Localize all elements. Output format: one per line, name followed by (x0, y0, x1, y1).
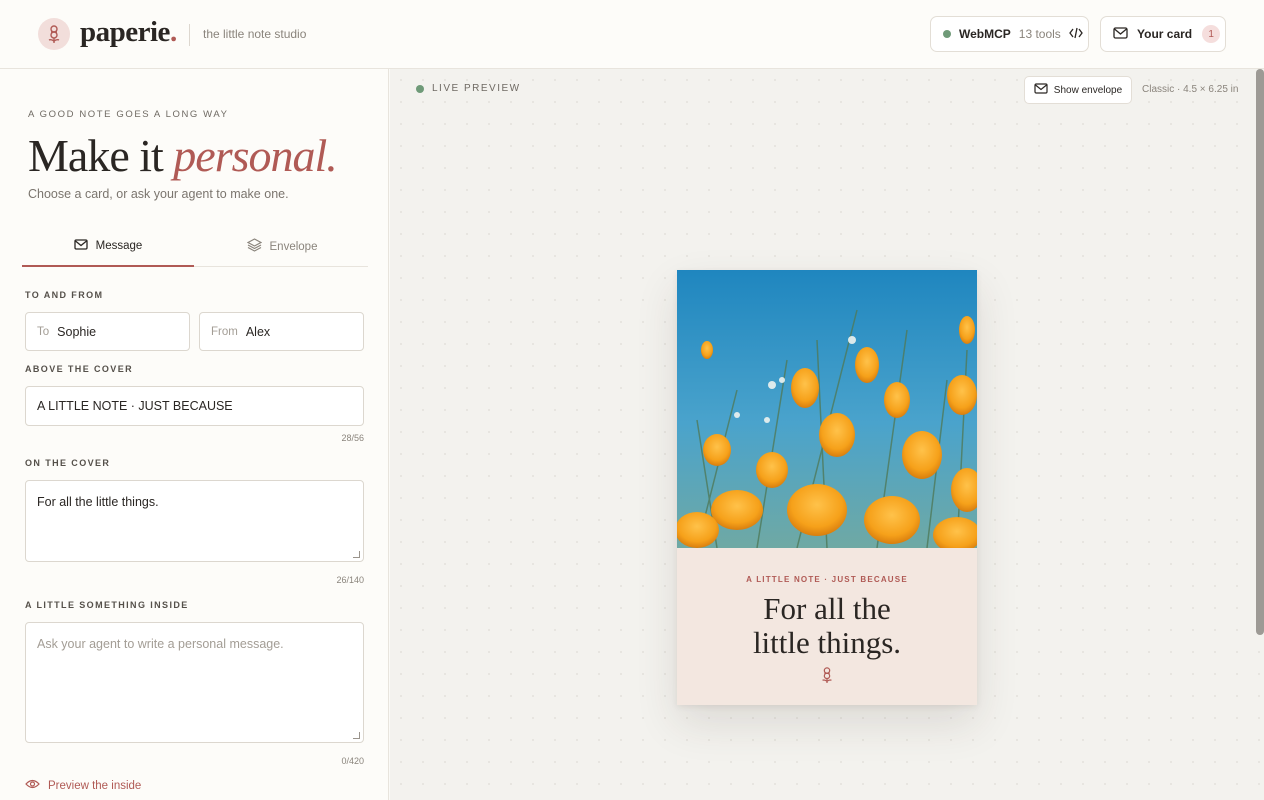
on-cover-counter: 26/140 (336, 575, 364, 585)
code-icon (1069, 27, 1083, 42)
tab-message-label: Message (95, 240, 143, 252)
page-subtitle: Choose a card, or ask your agent to make… (28, 187, 289, 201)
live-preview-indicator: LIVE PREVIEW (416, 83, 521, 94)
mail-icon (1034, 83, 1048, 97)
scrollbar-thumb[interactable] (1256, 69, 1264, 635)
on-cover-value: For all the little things. (37, 495, 159, 509)
layers-icon (246, 238, 262, 255)
your-card-button[interactable]: Your card 1 (1100, 16, 1226, 52)
status-dot (943, 30, 951, 38)
panel-eyebrow: A GOOD NOTE GOES A LONG WAY (28, 109, 229, 120)
to-prefix: To (37, 325, 50, 338)
show-envelope-button[interactable]: Show envelope (1024, 76, 1132, 104)
above-cover-input[interactable]: A LITTLE NOTE · JUST BECAUSE (25, 386, 364, 426)
above-cover-label: ABOVE THE COVER (25, 364, 134, 374)
brand-name[interactable]: paperie. (80, 16, 177, 49)
above-cover-counter: 28/56 (341, 433, 364, 443)
mail-icon (1113, 26, 1128, 42)
card-count-badge: 1 (1202, 25, 1221, 43)
to-value: Sophie (57, 324, 97, 339)
above-cover-value: A LITTLE NOTE · JUST BECAUSE (37, 399, 233, 413)
editor-panel: A GOOD NOTE GOES A LONG WAY Make it pers… (0, 69, 389, 800)
preview-canvas: LIVE PREVIEW Show envelope Classic · 4.5… (390, 69, 1264, 800)
to-field[interactable]: To Sophie (25, 312, 190, 351)
card-eyebrow: A LITTLE NOTE · JUST BECAUSE (746, 575, 908, 584)
resize-handle[interactable] (353, 732, 360, 739)
card-preview[interactable]: A LITTLE NOTE · JUST BECAUSE For all the… (677, 270, 977, 705)
tagline: the little note studio (203, 27, 307, 41)
cover-photo (677, 270, 977, 548)
webmcp-button[interactable]: WebMCP 13 tools (930, 16, 1089, 52)
live-dot (416, 84, 424, 93)
brand-divider (189, 24, 190, 46)
from-field[interactable]: From Alex (199, 312, 364, 351)
preview-inside-link[interactable]: Preview the inside (25, 779, 141, 792)
card-format-info: Classic · 4.5 × 6.25 in (1142, 84, 1239, 95)
webmcp-tools-count: 13 tools (1018, 27, 1061, 41)
card-title: For all the little things. (752, 591, 902, 660)
from-prefix: From (211, 325, 238, 338)
webmcp-label: WebMCP (959, 27, 1011, 41)
your-card-label: Your card (1137, 27, 1193, 41)
inside-label: A LITTLE SOMETHING INSIDE (25, 600, 189, 610)
to-from-label: TO AND FROM (25, 290, 104, 300)
page-title: Make it personal. (28, 130, 338, 181)
mail-icon (74, 239, 88, 253)
inside-placeholder: Ask your agent to write a personal messa… (37, 637, 284, 651)
tab-message[interactable]: Message (22, 227, 194, 267)
tab-envelope[interactable]: Envelope (196, 227, 368, 266)
on-cover-textarea[interactable]: For all the little things. (25, 480, 364, 562)
eye-icon (25, 779, 40, 792)
logo-flower-icon[interactable] (38, 18, 70, 50)
app-header: paperie. the little note studio WebMCP 1… (0, 0, 1264, 69)
live-preview-label: LIVE PREVIEW (432, 83, 521, 94)
editor-tabs: Message Envelope (22, 227, 368, 267)
flower-icon (819, 666, 835, 689)
inside-counter: 0/420 (341, 756, 364, 766)
resize-handle[interactable] (353, 551, 360, 558)
preview-inside-label: Preview the inside (48, 779, 142, 792)
show-envelope-label: Show envelope (1053, 84, 1123, 96)
inside-message-textarea[interactable]: Ask your agent to write a personal messa… (25, 622, 364, 743)
on-cover-label: ON THE COVER (25, 458, 111, 468)
tab-envelope-label: Envelope (269, 240, 318, 253)
from-value: Alex (245, 324, 271, 339)
